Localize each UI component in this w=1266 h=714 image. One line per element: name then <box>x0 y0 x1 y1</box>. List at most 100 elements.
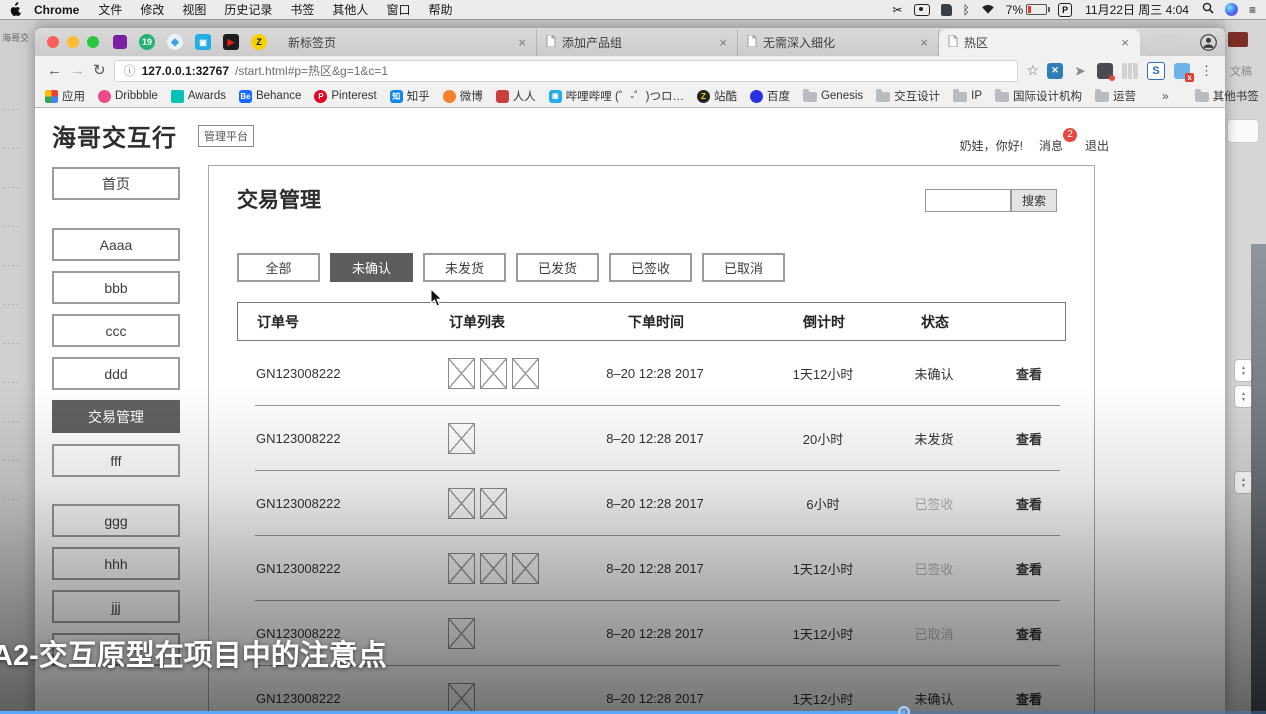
bookmark-weibo[interactable]: 微博 <box>442 88 483 104</box>
chrome-menu-icon[interactable]: ⋮ <box>1200 63 1213 79</box>
youtube-icon[interactable]: ▶ <box>223 34 239 50</box>
close-tab-icon[interactable]: × <box>1119 35 1131 50</box>
bookmark-bilibili[interactable]: ▣ 哔哩哔哩 (゜-゜)つロ… <box>548 88 684 104</box>
columns-extension-icon[interactable] <box>1122 62 1138 79</box>
battery-indicator[interactable]: 7% <box>1006 3 1051 17</box>
address-bar[interactable]: ⓘ 127.0.0.1:32767/start.html#p=热区&g=1&c=… <box>113 59 1019 82</box>
bookmark-baidu[interactable]: 百度 <box>749 88 790 104</box>
cursor-extension-icon[interactable]: ➤ <box>1072 63 1088 79</box>
bookmark-folder-ip[interactable]: IP <box>953 89 982 102</box>
tab-add-product-group[interactable]: 添加产品组 × <box>537 29 738 56</box>
bookmark-renren[interactable]: 人人 <box>495 88 536 104</box>
wifi-icon[interactable] <box>981 3 995 17</box>
notification-list-icon[interactable]: ≡ <box>1249 4 1256 16</box>
bookmark-zcool[interactable]: Z 站酷 <box>696 88 737 104</box>
new-tab-button[interactable] <box>1146 34 1180 50</box>
siri-icon[interactable] <box>1224 3 1238 16</box>
view-link[interactable]: 查看 <box>999 341 1059 406</box>
menu-window[interactable]: 窗口 <box>377 1 419 18</box>
apple-icon[interactable] <box>10 1 22 18</box>
axure-x-extension-icon[interactable] <box>1174 62 1194 82</box>
view-link[interactable]: 查看 <box>999 536 1059 601</box>
menu-edit[interactable]: 修改 <box>131 1 173 18</box>
profile-icon[interactable] <box>1200 33 1217 51</box>
sidebar-item-fff[interactable]: fff <box>52 444 180 477</box>
menu-file[interactable]: 文件 <box>89 1 131 18</box>
forward-icon[interactable]: → <box>70 63 85 78</box>
close-tab-icon[interactable]: × <box>717 35 729 50</box>
messages-link[interactable]: 消息 2 <box>1039 128 1077 154</box>
menubar-clock[interactable]: 11月22日 周三 4:04 <box>1083 1 1191 18</box>
sidebar-item-bbb[interactable]: bbb <box>52 271 180 304</box>
filter-all[interactable]: 全部 <box>237 253 320 282</box>
filter-label: 已取消 <box>723 261 763 276</box>
bookmark-folder-genesis[interactable]: Genesis <box>802 89 863 102</box>
bookmark-dribbble[interactable]: Dribbble <box>98 89 158 103</box>
bluetooth-icon[interactable]: ᛒ <box>963 4 970 16</box>
minimize-window-button[interactable] <box>67 36 79 48</box>
bookmark-folder-interaction-design[interactable]: 交互设计 <box>876 88 940 104</box>
filter-unconfirmed[interactable]: 未确认 <box>330 253 413 282</box>
search-button[interactable]: 搜索 <box>1011 189 1057 212</box>
bookmark-behance[interactable]: Be Behance <box>238 89 301 103</box>
sidebar-item-transactions[interactable]: 交易管理 <box>52 400 180 433</box>
view-link[interactable]: 查看 <box>999 601 1059 666</box>
sidebar-item-ddd[interactable]: ddd <box>52 357 180 390</box>
bookmark-star-icon[interactable]: ☆ <box>1026 62 1039 79</box>
back-icon[interactable]: ← <box>47 63 62 78</box>
bookmark-folder-operations[interactable]: 运营 <box>1095 88 1136 104</box>
close-tab-icon[interactable]: × <box>516 35 528 50</box>
sidebar-item-hhh[interactable]: hhh <box>52 547 180 580</box>
bookmark-folder-intl-design[interactable]: 国际设计机构 <box>995 88 1082 104</box>
menu-view[interactable]: 视图 <box>173 1 215 18</box>
scissors-icon[interactable]: ✂ <box>893 4 903 16</box>
parallels-icon[interactable]: P <box>1058 2 1073 17</box>
menu-history[interactable]: 历史记录 <box>215 1 281 18</box>
tab-hot-zone[interactable]: 热区 × <box>939 29 1140 56</box>
axure-extension-icon[interactable]: ✕ <box>1047 62 1063 79</box>
sidebar-item-ggg[interactable]: ggg <box>52 504 180 537</box>
filter-shipped[interactable]: 已发货 <box>516 253 599 282</box>
close-tab-icon[interactable]: × <box>918 35 930 50</box>
recorder-extension-icon[interactable] <box>1097 62 1115 81</box>
purple-app-icon[interactable] <box>113 35 127 49</box>
search-input[interactable] <box>925 189 1011 212</box>
menu-app-name[interactable]: Chrome <box>24 3 89 17</box>
zoom-window-button[interactable] <box>87 36 99 48</box>
sidebar-item-aaaa[interactable]: Aaaa <box>52 228 180 261</box>
view-link[interactable]: 查看 <box>999 471 1059 536</box>
close-window-button[interactable] <box>47 36 59 48</box>
bookmark-zhihu[interactable]: 知知乎 <box>389 88 430 104</box>
bookmark-apps[interactable]: 应用 <box>45 88 85 104</box>
menu-help[interactable]: 帮助 <box>419 1 461 18</box>
zcool-icon[interactable]: Z <box>251 34 267 50</box>
reload-icon[interactable]: ↻ <box>93 63 106 78</box>
tab-new-tab-page[interactable]: 新标签页 × <box>279 29 537 56</box>
s-extension-icon[interactable]: S <box>1147 61 1165 80</box>
site-logo[interactable]: 海哥交互行 <box>52 118 177 153</box>
evernote-icon[interactable] <box>940 3 952 16</box>
filter-cancelled[interactable]: 已取消 <box>702 253 785 282</box>
sidebar-item-home[interactable]: 首页 <box>52 167 180 200</box>
menu-bookmarks[interactable]: 书签 <box>281 1 323 18</box>
gem-icon[interactable]: ◆ <box>167 34 183 50</box>
view-link[interactable]: 查看 <box>999 406 1059 471</box>
logout-link[interactable]: 退出 <box>1085 137 1109 154</box>
filter-received[interactable]: 已签收 <box>609 253 692 282</box>
bilibili-icon[interactable]: ▣ <box>195 34 211 50</box>
bookmarks-overflow-icon[interactable]: » <box>1162 89 1169 103</box>
video-progress-handle[interactable] <box>898 706 910 714</box>
green-badge-icon[interactable]: 19 <box>139 34 155 50</box>
tab-no-deep-detail[interactable]: 无需深入细化 × <box>738 29 939 56</box>
menu-people[interactable]: 其他人 <box>323 1 377 18</box>
bookmark-pinterest[interactable]: P Pinterest <box>314 89 377 103</box>
sidebar-item-ccc[interactable]: ccc <box>52 314 180 347</box>
filter-unshipped[interactable]: 未发货 <box>423 253 506 282</box>
sidebar-item-jjj[interactable]: jjj <box>52 590 180 623</box>
other-bookmarks-folder[interactable]: 其他书签 <box>1194 88 1259 104</box>
screen-record-icon[interactable] <box>913 3 930 16</box>
info-icon[interactable]: ⓘ <box>124 62 136 79</box>
view-link[interactable]: 查看 <box>999 666 1059 714</box>
spotlight-search-icon[interactable] <box>1202 2 1214 17</box>
bookmark-awards[interactable]: Awards <box>170 89 226 103</box>
